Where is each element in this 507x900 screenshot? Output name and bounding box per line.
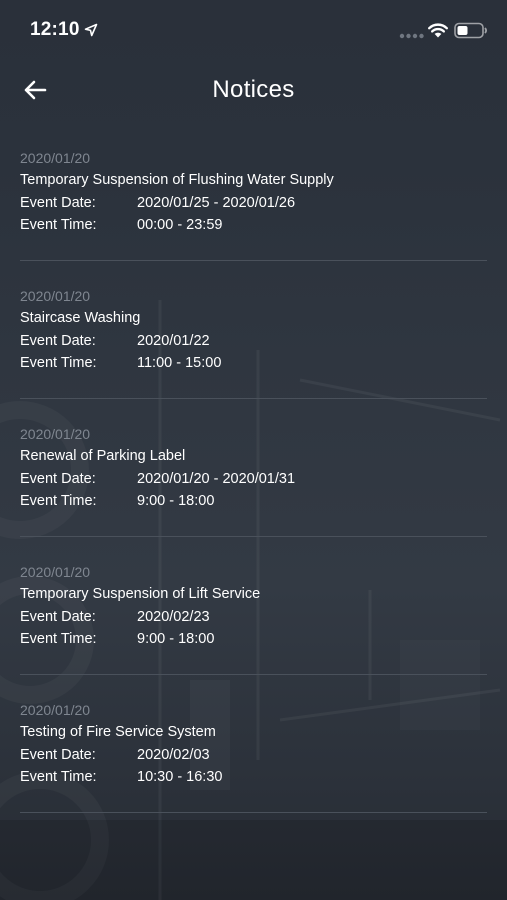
page-title: Notices — [212, 76, 295, 103]
event-date-value: 2020/01/25 - 2020/01/26 — [137, 195, 296, 211]
event-time-label: Event Time: — [20, 493, 97, 509]
event-time-row: Event Time: 9:00 - 18:00 — [20, 493, 214, 509]
notice-posted-date: 2020/01/20 — [20, 426, 91, 442]
event-date-row: Event Date: 2020/01/22 — [20, 333, 210, 349]
event-date-row: Event Date: 2020/01/20 - 2020/01/31 — [20, 471, 295, 487]
event-time-row: Event Time: 00:00 - 23:59 — [20, 217, 222, 233]
event-time-value: 10:30 - 16:30 — [137, 769, 223, 785]
notice-title: Staircase Washing — [20, 310, 141, 326]
event-date-value: 2020/01/20 - 2020/01/31 — [137, 471, 296, 487]
notice-title: Renewal of Parking Label — [20, 448, 186, 464]
event-date-value: 2020/01/22 — [137, 333, 210, 349]
event-date-label: Event Date: — [20, 333, 96, 349]
navigation-bar: Notices — [0, 62, 507, 120]
location-arrow-icon — [84, 23, 98, 37]
status-bar: 12:10 — [0, 0, 507, 62]
notice-item[interactable]: 2020/01/20 Temporary Suspension of Lift … — [20, 552, 487, 690]
event-time-value: 9:00 - 18:00 — [137, 631, 215, 647]
event-date-label: Event Date: — [20, 195, 96, 211]
event-time-label: Event Time: — [20, 355, 97, 371]
notice-posted-date: 2020/01/20 — [20, 150, 91, 166]
notice-title: Temporary Suspension of Flushing Water S… — [20, 172, 334, 188]
event-time-value: 00:00 - 23:59 — [137, 217, 223, 233]
notice-title: Temporary Suspension of Lift Service — [20, 586, 261, 602]
divider — [20, 398, 487, 399]
notice-posted-date: 2020/01/20 — [20, 702, 91, 718]
notice-posted-date: 2020/01/20 — [20, 288, 91, 304]
event-time-label: Event Time: — [20, 631, 97, 647]
notice-item[interactable]: 2020/01/20 Testing of Fire Service Syste… — [20, 690, 487, 828]
divider — [20, 536, 487, 537]
event-date-row: Event Date: 2020/02/03 — [20, 747, 210, 763]
event-time-value: 9:00 - 18:00 — [137, 493, 215, 509]
event-date-row: Event Date: 2020/01/25 - 2020/01/26 — [20, 195, 295, 211]
divider — [20, 674, 487, 675]
battery-icon — [454, 22, 487, 39]
event-date-row: Event Date: 2020/02/23 — [20, 609, 210, 625]
event-time-row: Event Time: 10:30 - 16:30 — [20, 769, 222, 785]
status-time: 12:10 — [30, 19, 80, 40]
event-date-label: Event Date: — [20, 609, 96, 625]
event-time-label: Event Time: — [20, 217, 97, 233]
notice-title: Testing of Fire Service System — [20, 724, 216, 740]
notice-item[interactable]: 2020/01/20 Renewal of Parking Label Even… — [20, 414, 487, 552]
event-time-row: Event Time: 11:00 - 15:00 — [20, 355, 221, 371]
event-date-label: Event Date: — [20, 471, 96, 487]
notices-screen: 12:10 Notices 2020/01/20 Temporary Suspe… — [0, 0, 507, 900]
event-date-value: 2020/02/23 — [137, 609, 210, 625]
wifi-icon — [428, 23, 448, 38]
event-time-value: 11:00 - 15:00 — [137, 355, 222, 371]
divider — [20, 812, 487, 813]
event-date-label: Event Date: — [20, 747, 96, 763]
event-time-label: Event Time: — [20, 769, 97, 785]
notice-item[interactable]: 2020/01/20 Staircase Washing Event Date:… — [20, 276, 487, 414]
event-date-value: 2020/02/03 — [137, 747, 210, 763]
notice-item[interactable]: 2020/01/20 Temporary Suspension of Flush… — [20, 138, 487, 276]
notice-list: 2020/01/20 Temporary Suspension of Flush… — [20, 138, 487, 828]
cellular-signal-icon — [399, 33, 424, 39]
event-time-row: Event Time: 9:00 - 18:00 — [20, 631, 214, 647]
divider — [20, 260, 487, 261]
notice-posted-date: 2020/01/20 — [20, 564, 91, 580]
